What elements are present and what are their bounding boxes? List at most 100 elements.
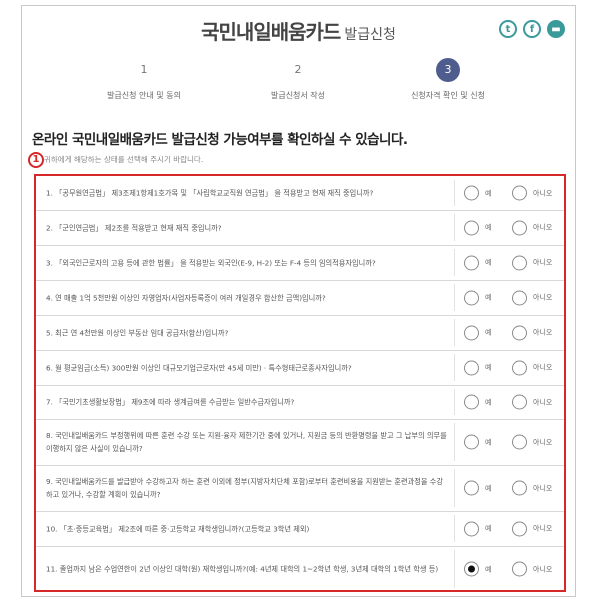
twitter-icon[interactable]: t — [499, 20, 517, 38]
answer-option-no[interactable]: 아니오 — [512, 480, 553, 496]
radio-no[interactable] — [512, 360, 527, 375]
answer-option-yes[interactable]: 예 — [464, 325, 491, 340]
radio-yes[interactable] — [464, 185, 479, 201]
radio-no[interactable] — [512, 561, 527, 577]
answer-option-no[interactable]: 아니오 — [512, 394, 553, 410]
page-title: 국민내일배움카드 발급신청 — [22, 16, 575, 50]
radio-no[interactable] — [512, 325, 527, 340]
question-row: 2. 「군인연금법」 제2조를 적용받고 현재 재직 중입니까? 예 아니오 — [36, 210, 564, 246]
column-divider — [454, 214, 455, 241]
social-links: t f ▬ — [499, 20, 565, 38]
radio-label-no: 아니오 — [533, 398, 553, 406]
radio-no[interactable] — [512, 290, 527, 305]
radio-label-no: 아니오 — [533, 223, 553, 232]
radio-label-no: 아니오 — [533, 565, 553, 573]
radio-yes[interactable] — [464, 394, 479, 410]
step-label: 발급신청 안내 및 동의 — [107, 91, 181, 100]
question-row: 3. 「외국인근로자의 고용 등에 관한 법률」 을 적용받는 외국인(E-9,… — [36, 245, 564, 281]
question-list: 1. 「공무원연금법」 제3조제1항제1호가목 및 「사립학교교직원 연금법」 … — [34, 174, 566, 592]
radio-label-yes: 예 — [485, 363, 492, 372]
answer-option-yes[interactable]: 예 — [464, 255, 491, 270]
radio-yes[interactable] — [464, 220, 479, 235]
answer-option-yes[interactable]: 예 — [464, 220, 491, 235]
answer-option-no[interactable]: 아니오 — [512, 220, 552, 235]
radio-yes[interactable] — [464, 480, 479, 496]
section-heading: 온라인 국민내일배움카드 발급신청 가능여부를 확인하실 수 있습니다. — [32, 132, 408, 148]
answer-option-no[interactable]: 아니오 — [512, 290, 552, 305]
answer-option-yes[interactable]: 예 — [464, 434, 491, 450]
facebook-icon[interactable]: f — [523, 20, 541, 38]
question-row: 11. 졸업까지 남은 수업연한이 2년 이상인 대학(원) 재학생입니까?(예… — [36, 546, 564, 592]
answer-option-yes[interactable]: 예 — [464, 521, 491, 536]
section-subheading: 귀하에게 해당하는 상태를 선택해 주시기 바랍니다. — [44, 155, 204, 164]
question-text: 5. 최근 연 4천만원 이상인 부동산 임대 공급자(합산)입니까? — [46, 328, 229, 337]
radio-label-yes: 예 — [485, 328, 492, 337]
radio-no[interactable] — [512, 255, 527, 270]
radio-no[interactable] — [512, 480, 527, 496]
radio-label-yes: 예 — [485, 398, 492, 406]
answer-option-yes[interactable]: 예 — [464, 561, 492, 577]
column-divider — [454, 249, 455, 276]
question-row: 4. 연 매출 1억 5천만원 이상인 자영업자(사업자등록증이 여러 개일경우… — [36, 280, 564, 316]
question-text: 7. 「국민기초생활보장법」 제9조에 따라 생계급여를 수급받는 일반수급자입… — [46, 397, 295, 407]
answer-option-yes[interactable]: 예 — [464, 290, 491, 305]
column-divider — [454, 319, 455, 346]
radio-yes[interactable] — [464, 325, 479, 340]
column-divider — [454, 515, 455, 542]
answer-option-no[interactable]: 아니오 — [512, 434, 553, 450]
step-number: 1 — [140, 63, 148, 76]
radio-label-yes: 예 — [485, 258, 492, 267]
question-text: 2. 「군인연금법」 제2조를 적용받고 현재 재직 중입니까? — [46, 223, 222, 232]
step-indicator: 1 발급신청 안내 및 동의 2 발급신청서 작성 3 신청자격 확인 및 신청 — [22, 58, 575, 108]
answer-option-no[interactable]: 아니오 — [512, 360, 552, 375]
question-text: 8. 국민내일배움카드 부정행위에 따른 훈련 수강 또는 지원·융자 제한기간… — [46, 431, 447, 453]
radio-label-yes: 예 — [485, 524, 492, 533]
radio-no[interactable] — [512, 220, 527, 235]
page-frame: 국민내일배움카드 발급신청 t f ▬ 1 발급신청 안내 및 동의 2 발급신청… — [21, 5, 576, 597]
answer-option-yes[interactable]: 예 — [464, 360, 491, 375]
radio-yes[interactable] — [464, 360, 479, 375]
step-number-active: 3 — [436, 58, 460, 82]
answer-option-no[interactable]: 아니오 — [512, 185, 553, 201]
radio-yes[interactable] — [464, 434, 479, 450]
radio-no[interactable] — [512, 185, 527, 201]
answer-option-no[interactable]: 아니오 — [512, 561, 553, 577]
radio-label-no: 아니오 — [533, 189, 553, 197]
radio-yes[interactable] — [464, 521, 479, 536]
annotation-badge: 1 — [28, 152, 44, 168]
radio-label-yes: 예 — [485, 223, 492, 232]
radio-label-no: 아니오 — [533, 524, 553, 533]
step-label: 신청자격 확인 및 신청 — [411, 91, 485, 100]
step-number: 2 — [294, 63, 302, 76]
question-text: 6. 월 평균임금(소득) 300만원 이상인 대규모기업근로자(만 45세 미… — [46, 363, 352, 372]
question-text: 1. 「공무원연금법」 제3조제1항제1호가목 및 「사립학교교직원 연금법」 … — [46, 188, 374, 198]
title-sub: 발급신청 — [344, 27, 396, 43]
radio-label-no: 아니오 — [533, 438, 553, 446]
step-2: 2 발급신청서 작성 — [228, 58, 368, 101]
step-1: 1 발급신청 안내 및 동의 — [74, 58, 214, 101]
radio-label-yes: 예 — [485, 189, 492, 197]
radio-label-yes: 예 — [485, 565, 492, 573]
step-label: 발급신청서 작성 — [270, 91, 326, 100]
radio-label-no: 아니오 — [533, 363, 553, 372]
radio-yes[interactable] — [464, 290, 479, 305]
answer-option-no[interactable]: 아니오 — [512, 255, 552, 270]
question-row: 6. 월 평균임금(소득) 300만원 이상인 대규모기업근로자(만 45세 미… — [36, 350, 564, 386]
answer-option-yes[interactable]: 예 — [464, 480, 491, 496]
print-icon[interactable]: ▬ — [547, 20, 565, 38]
radio-no[interactable] — [512, 434, 527, 450]
answer-option-yes[interactable]: 예 — [464, 185, 492, 201]
radio-no[interactable] — [512, 394, 527, 410]
radio-label-no: 아니오 — [533, 484, 553, 492]
answer-option-yes[interactable]: 예 — [464, 394, 492, 410]
answer-option-no[interactable]: 아니오 — [512, 521, 552, 536]
radio-yes[interactable] — [464, 561, 479, 577]
radio-label-yes: 예 — [485, 293, 492, 302]
column-divider — [454, 423, 455, 461]
column-divider — [454, 469, 455, 507]
radio-yes[interactable] — [464, 255, 479, 270]
radio-no[interactable] — [512, 521, 527, 536]
question-row: 9. 국민내일배움카드를 발급받아 수강하고자 하는 훈련 이외에 정부(지방자… — [36, 465, 564, 512]
column-divider — [454, 354, 455, 381]
answer-option-no[interactable]: 아니오 — [512, 325, 552, 340]
